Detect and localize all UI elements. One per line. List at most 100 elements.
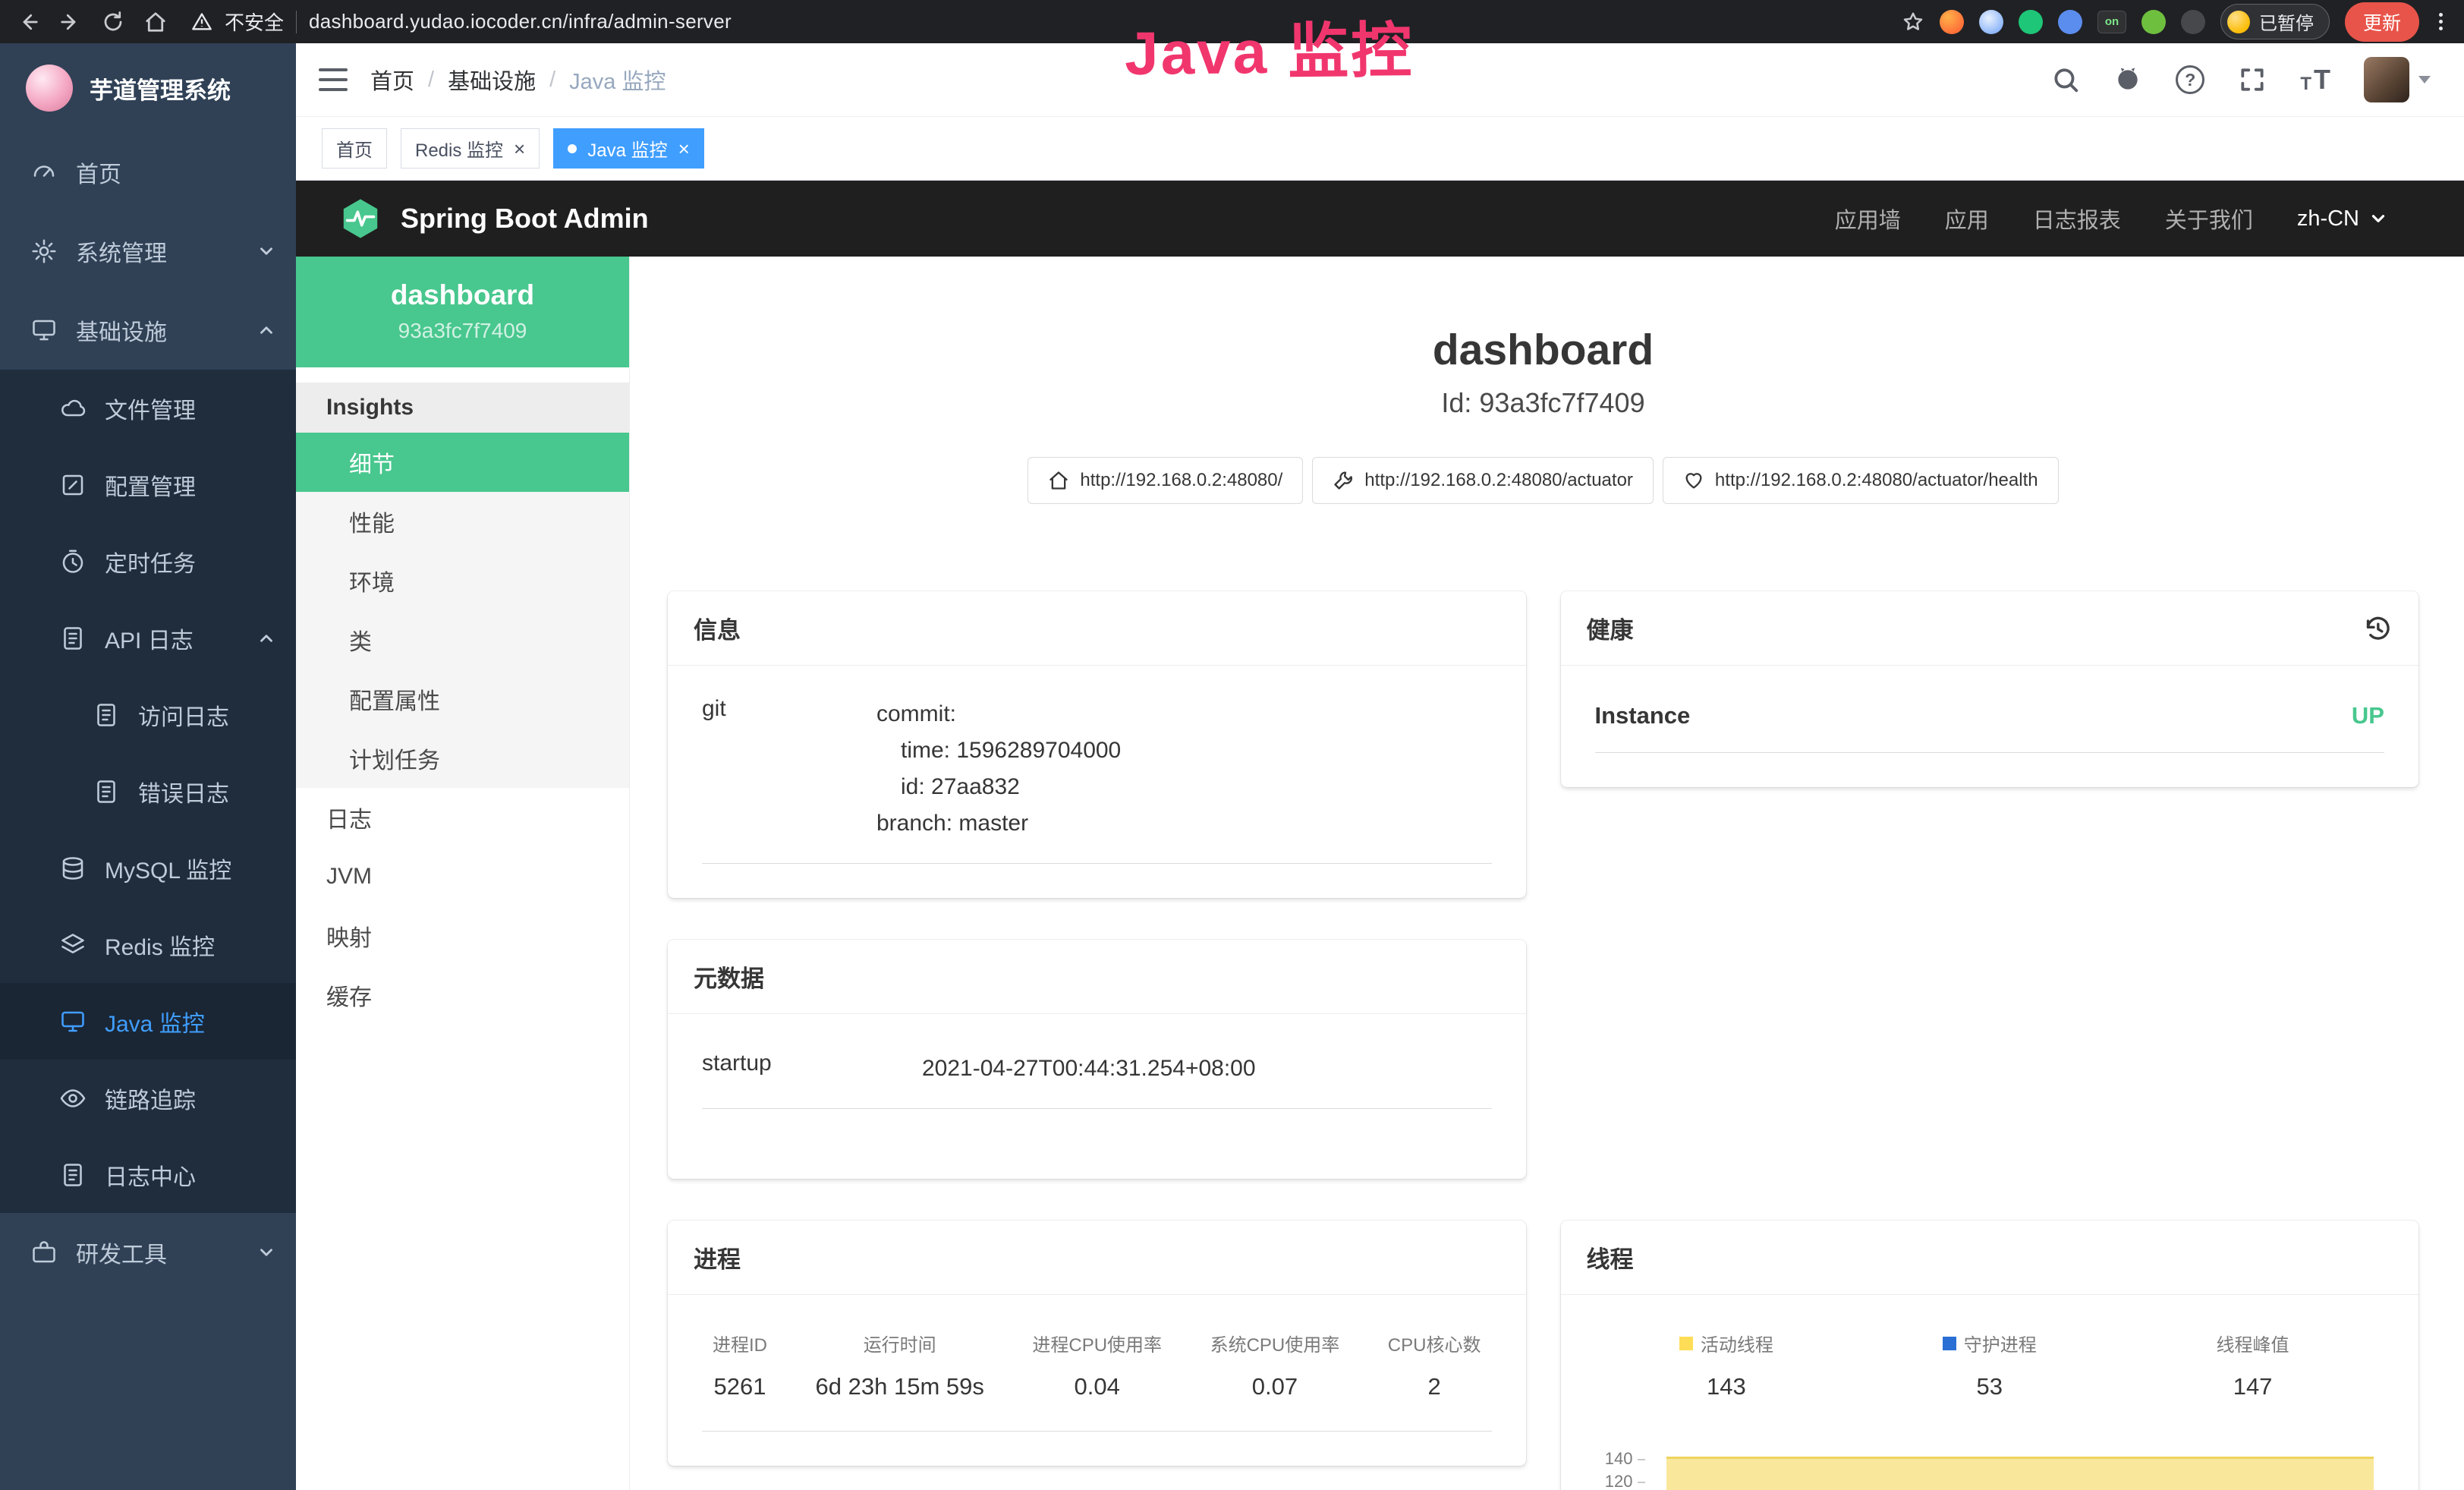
service-url-button[interactable]: http://192.168.0.2:48080/: [1027, 457, 1303, 504]
health-url-button[interactable]: http://192.168.0.2:48080/actuator/health: [1663, 457, 2059, 504]
sba-menu-jvm[interactable]: JVM: [296, 847, 629, 906]
extension-grid-icon[interactable]: [2058, 10, 2082, 34]
threads-stats-row: 活动线程 143 守护进程 53 线程峰值: [1595, 1325, 2385, 1428]
sba-main-content: dashboard Id: 93a3fc7f7409 http://192.16…: [630, 257, 2464, 1490]
stat-system-cpu: 系统CPU使用率 0.07: [1210, 1330, 1340, 1400]
sba-menu-logs[interactable]: 日志: [296, 788, 629, 847]
instance-title: dashboard: [668, 325, 2418, 375]
document-icon: [93, 778, 120, 805]
security-label[interactable]: 不安全: [225, 8, 284, 36]
sba-menu-environment[interactable]: 环境: [296, 551, 629, 610]
sba-nav-wallboard[interactable]: 应用墙: [1835, 203, 1901, 235]
sidebar-item-error-log[interactable]: 错误日志: [0, 753, 296, 830]
tab-redis-monitor[interactable]: Redis 监控: [401, 128, 540, 169]
sba-menu: Insights 细节 性能 环境 类 配置属性 计划任务 日志 JVM 映射 …: [296, 383, 629, 1025]
chevron-down-icon: [256, 241, 276, 261]
briefcase-icon: [30, 1239, 58, 1266]
health-card: 健康 Instance UP: [1561, 591, 2419, 787]
bookmark-star-icon[interactable]: [1902, 11, 1924, 33]
sba-nav-links: 应用墙 应用 日志报表 关于我们 zh-CN: [1835, 203, 2388, 235]
stat-uptime: 运行时间 6d 23h 15m 59s: [816, 1330, 984, 1400]
forward-icon[interactable]: [59, 11, 82, 33]
sidebar-item-redis[interactable]: Redis 监控: [0, 906, 296, 983]
layers-icon: [59, 931, 87, 959]
sba-logo-icon: [338, 197, 382, 241]
sidebar-item-api-log[interactable]: API 日志: [0, 600, 296, 676]
wrench-icon: [1333, 470, 1354, 491]
github-icon[interactable]: [2113, 65, 2142, 94]
sba-nav-applications[interactable]: 应用: [1945, 203, 1989, 235]
actuator-url-button[interactable]: http://192.168.0.2:48080/actuator: [1312, 457, 1654, 504]
tags-view-bar: 首页 Redis 监控 Java 监控: [296, 117, 2464, 181]
sidebar-item-infra[interactable]: 基础设施: [0, 291, 296, 370]
sba-menu-mappings[interactable]: 映射: [296, 906, 629, 966]
app-logo-row[interactable]: 芋道管理系统: [0, 43, 296, 133]
profile-paused-badge[interactable]: 已暂停: [2220, 4, 2330, 39]
metadata-startup-row: startup 2021-04-27T00:44:31.254+08:00: [702, 1051, 1492, 1109]
stat-daemon-threads: 守护进程 53: [1858, 1330, 2121, 1400]
sba-menu-metrics[interactable]: 性能: [296, 492, 629, 551]
sba-menu-caches[interactable]: 缓存: [296, 966, 629, 1025]
sba-nav-journal[interactable]: 日志报表: [2033, 203, 2121, 235]
app-sidebar: 芋道管理系统 首页 系统管理 基础设施 文件管理: [0, 43, 296, 1490]
legend-blue-icon: [1943, 1337, 1956, 1350]
sidebar-item-devtools[interactable]: 研发工具: [0, 1213, 296, 1292]
extension-leaf-icon[interactable]: [2141, 10, 2166, 34]
tab-home[interactable]: 首页: [322, 128, 387, 169]
browser-menu-icon[interactable]: [2434, 13, 2447, 30]
search-icon[interactable]: [2051, 65, 2080, 94]
sidebar-item-config[interactable]: 配置管理: [0, 446, 296, 523]
sidebar-item-home[interactable]: 首页: [0, 133, 296, 212]
edit-icon: [59, 471, 87, 499]
sidebar-item-mysql[interactable]: MySQL 监控: [0, 830, 296, 906]
sidebar-submenu-infra: 文件管理 配置管理 定时任务 API 日志 访问日志: [0, 370, 296, 1213]
sba-nav-about[interactable]: 关于我们: [2165, 203, 2253, 235]
reload-icon[interactable]: [102, 11, 124, 33]
sidebar-item-trace[interactable]: 链路追踪: [0, 1060, 296, 1136]
tab-java-monitor[interactable]: Java 监控: [553, 128, 704, 169]
sba-brand[interactable]: Spring Boot Admin: [338, 197, 649, 241]
extension-switch-on-icon[interactable]: [2097, 11, 2126, 33]
user-menu[interactable]: [2364, 57, 2431, 102]
tab-close-icon[interactable]: [678, 139, 690, 159]
help-icon[interactable]: [2176, 65, 2204, 94]
fullscreen-icon[interactable]: [2238, 65, 2267, 94]
sidebar-item-system[interactable]: 系统管理: [0, 212, 296, 291]
sba-locale-select[interactable]: zh-CN: [2297, 206, 2388, 232]
instance-subtitle: Id: 93a3fc7f7409: [668, 387, 2418, 419]
sidebar-item-log-center[interactable]: 日志中心: [0, 1136, 296, 1213]
breadcrumb-infra[interactable]: 基础设施: [448, 64, 536, 96]
sba-instance-header[interactable]: dashboard 93a3fc7f7409: [296, 257, 629, 367]
sba-menu-config-props[interactable]: 配置属性: [296, 669, 629, 729]
sidebar-item-job[interactable]: 定时任务: [0, 523, 296, 600]
font-size-icon[interactable]: [2300, 66, 2330, 93]
home-icon[interactable]: [144, 11, 167, 33]
browser-update-button[interactable]: 更新: [2345, 2, 2419, 42]
process-card: 进程 进程ID 5261 运行时间: [668, 1221, 1526, 1466]
stat-pid: 进程ID 5261: [713, 1330, 767, 1400]
sidebar-collapse-icon[interactable]: [319, 68, 348, 91]
sba-menu-classes[interactable]: 类: [296, 610, 629, 669]
url-text[interactable]: dashboard.yudao.iocoder.cn/infra/admin-s…: [309, 10, 732, 33]
stat-live-threads: 活动线程 143: [1595, 1330, 1858, 1400]
history-icon[interactable]: [2362, 613, 2393, 644]
extension-drop-icon[interactable]: [1979, 10, 2003, 34]
breadcrumb-home[interactable]: 首页: [370, 64, 414, 96]
address-bar[interactable]: 不安全 dashboard.yudao.iocoder.cn/infra/adm…: [191, 8, 732, 36]
tab-close-icon[interactable]: [514, 139, 525, 159]
stat-process-cpu: 进程CPU使用率 0.04: [1032, 1330, 1162, 1400]
info-card: 信息 git commit: time: 1596289704000 id: 2…: [668, 591, 1526, 898]
extension-green-icon[interactable]: [2019, 10, 2043, 34]
sba-menu-scheduled-tasks[interactable]: 计划任务: [296, 729, 629, 788]
instance-name: dashboard: [304, 279, 622, 311]
heart-icon: [1683, 470, 1704, 491]
chevron-down-icon: [256, 1243, 276, 1262]
sba-menu-details[interactable]: 细节: [296, 433, 629, 492]
extension-fox-icon[interactable]: [1940, 10, 1964, 34]
sidebar-item-file[interactable]: 文件管理: [0, 370, 296, 446]
extension-dark-icon[interactable]: [2181, 10, 2205, 34]
sidebar-item-access-log[interactable]: 访问日志: [0, 676, 296, 753]
sidebar-item-java[interactable]: Java 监控: [0, 983, 296, 1060]
back-icon[interactable]: [17, 11, 39, 33]
document-icon: [59, 625, 87, 652]
